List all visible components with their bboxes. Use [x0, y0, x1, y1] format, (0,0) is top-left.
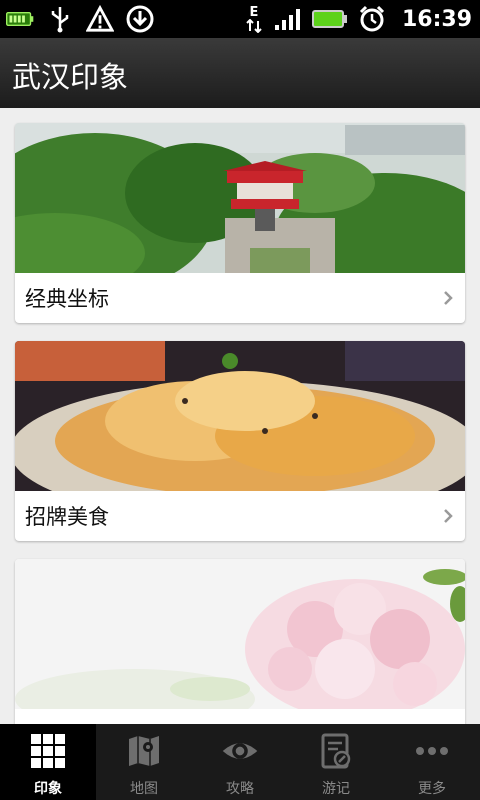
- tab-travel-notes[interactable]: 游记: [288, 724, 384, 800]
- map-icon: [125, 732, 163, 770]
- card-label: 经典坐标: [15, 273, 465, 323]
- cherry-blossom-photo: [15, 559, 465, 709]
- card-title: 经典坐标: [25, 287, 109, 311]
- battery-charging-icon: [6, 5, 34, 33]
- grid-icon: [29, 732, 67, 770]
- tab-label: 印象: [34, 781, 62, 797]
- card-cherry-blossom[interactable]: [15, 559, 465, 724]
- clock-time: 16:39: [401, 6, 472, 32]
- landmark-photo: [15, 123, 465, 273]
- tab-label: 地图: [130, 781, 158, 797]
- warning-icon: [86, 5, 114, 33]
- tab-impression[interactable]: 印象: [0, 724, 96, 800]
- usb-icon: [46, 5, 74, 33]
- tab-label: 游记: [322, 781, 350, 797]
- bottom-tab-bar: 印象 地图 攻略 游记 更多: [0, 724, 480, 800]
- notebook-icon: [317, 732, 355, 770]
- status-bar: E 16:39: [0, 0, 480, 38]
- more-icon: [413, 732, 451, 770]
- tab-label: 攻略: [226, 781, 254, 797]
- chevron-right-icon: [444, 291, 453, 305]
- content-list[interactable]: 经典坐标 招牌美食: [0, 108, 480, 724]
- tab-map[interactable]: 地图: [96, 724, 192, 800]
- data-network-icon: E: [244, 5, 264, 33]
- card-signature-food[interactable]: 招牌美食: [15, 341, 465, 541]
- app-header: 武汉印象: [0, 38, 480, 109]
- alarm-icon: [358, 5, 386, 33]
- tab-guide[interactable]: 攻略: [192, 724, 288, 800]
- food-photo: [15, 341, 465, 491]
- page-title: 武汉印象: [12, 60, 129, 94]
- battery-icon: [311, 5, 348, 33]
- card-label: [15, 709, 465, 724]
- card-classic-landmark[interactable]: 经典坐标: [15, 123, 465, 323]
- download-icon: [126, 5, 154, 33]
- network-type-label: E: [249, 4, 259, 20]
- tab-more[interactable]: 更多: [384, 724, 480, 800]
- signal-icon: [274, 5, 302, 33]
- tab-label: 更多: [418, 781, 446, 797]
- chevron-right-icon: [444, 509, 453, 523]
- eye-icon: [221, 732, 259, 770]
- card-title: 招牌美食: [25, 505, 109, 529]
- card-label: 招牌美食: [15, 491, 465, 541]
